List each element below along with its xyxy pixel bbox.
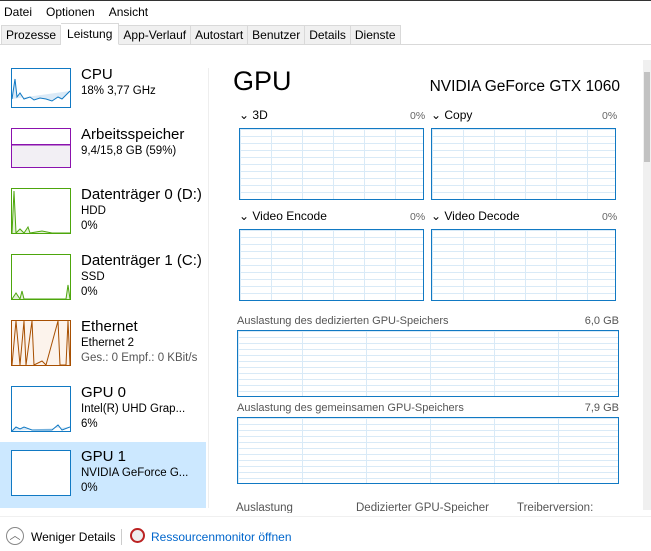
sidebar-sub: 18% 3,77 GHz (81, 85, 156, 97)
sidebar-title: Arbeitsspeicher (81, 126, 185, 143)
sidebar-sub: SSD (81, 271, 105, 283)
stat-dedicated-memory-label: Dedizierter GPU-Speicher (356, 502, 489, 513)
sidebar-sub: NVIDIA GeForce G... (81, 467, 189, 479)
sidebar-title: Ethernet (81, 318, 138, 335)
footer: ︿ Weniger Details Ressourcenmonitor öffn… (0, 516, 651, 551)
sidebar-title: CPU (81, 66, 113, 83)
shared-memory-graph (237, 417, 619, 484)
sidebar-title: GPU 0 (81, 384, 127, 401)
memory-thumbnail-graph (11, 128, 71, 168)
stat-utilization-label: Auslastung (236, 502, 293, 513)
scrollbar-thumb[interactable] (644, 72, 650, 162)
tab-prozesse[interactable]: Prozesse (1, 25, 62, 45)
disk1-thumbnail-graph (11, 254, 71, 301)
dedicated-memory-label: Auslastung des dedizierten GPU-Speichers (237, 315, 449, 327)
sidebar-item-memory[interactable]: Arbeitsspeicher 9,4/15,8 GB (59%) (0, 120, 206, 186)
shared-memory-value: 7,9 GB (584, 402, 619, 414)
chevron-down-icon: ⌄ (431, 108, 445, 122)
dedicated-memory-value: 6,0 GB (584, 315, 619, 327)
gpu1-thumbnail-graph (11, 450, 71, 496)
scrollbar[interactable] (643, 60, 651, 510)
tab-dienste[interactable]: Dienste (350, 25, 401, 45)
engine-video-encode-graph (239, 229, 424, 301)
sidebar-title: Datenträger 0 (D:) (81, 186, 202, 203)
resource-sidebar: CPU 18% 3,77 GHz Arbeitsspeicher 9,4/15,… (0, 60, 207, 510)
cpu-thumbnail-graph (11, 68, 71, 108)
sidebar-item-gpu-1[interactable]: GPU 1 NVIDIA GeForce G... 0% (0, 442, 206, 508)
tab-leistung[interactable]: Leistung (61, 23, 120, 45)
ethernet-thumbnail-graph (11, 320, 71, 366)
engine-label: Video Decode (444, 209, 520, 223)
divider (208, 68, 209, 508)
sidebar-sub: 0% (81, 482, 98, 494)
sidebar-item-disk-0[interactable]: Datenträger 0 (D:) HDD 0% (0, 180, 206, 246)
sidebar-sub: HDD (81, 205, 106, 217)
sidebar-sub: 0% (81, 286, 98, 298)
sidebar-item-cpu[interactable]: CPU 18% 3,77 GHz (0, 60, 206, 126)
engine-copy-selector[interactable]: ⌄ Copy (431, 108, 472, 122)
resource-monitor-icon (130, 528, 145, 543)
sidebar-item-disk-1[interactable]: Datenträger 1 (C:) SSD 0% (0, 246, 206, 312)
sidebar-sub: Ges.: 0 Empf.: 0 KBit/s (81, 352, 198, 364)
dedicated-memory-graph (237, 330, 619, 397)
divider (121, 529, 122, 545)
engine-copy-graph (431, 128, 616, 200)
engine-value: 0% (410, 110, 426, 122)
stat-driver-version-label: Treiberversion: (517, 502, 594, 513)
sidebar-title: Datenträger 1 (C:) (81, 252, 202, 269)
resource-monitor-link[interactable]: Ressourcenmonitor öffnen (151, 530, 292, 544)
tab-autostart[interactable]: Autostart (191, 25, 249, 45)
tab-bar: Prozesse Leistung App-Verlauf Autostart … (0, 23, 651, 45)
engine-label: Copy (444, 108, 473, 122)
chevron-up-icon[interactable]: ︿ (6, 527, 24, 545)
fewer-details-button[interactable]: Weniger Details (31, 530, 115, 544)
engine-3d-selector[interactable]: ⌄ 3D (239, 108, 268, 122)
menu-ansicht[interactable]: Ansicht (109, 5, 148, 19)
tab-app-verlauf[interactable]: App-Verlauf (119, 25, 192, 45)
chevron-down-icon: ⌄ (239, 108, 253, 122)
gpu0-thumbnail-graph (11, 386, 71, 432)
sidebar-sub: 6% (81, 418, 98, 430)
engine-value: 0% (602, 110, 618, 122)
engine-label: 3D (252, 108, 268, 122)
engine-3d-graph (239, 128, 424, 200)
disk0-thumbnail-graph (11, 188, 71, 235)
sidebar-sub: 9,4/15,8 GB (59%) (81, 145, 177, 157)
sidebar-item-ethernet[interactable]: Ethernet Ethernet 2 Ges.: 0 Empf.: 0 KBi… (0, 312, 206, 378)
engine-video-decode-selector[interactable]: ⌄ Video Decode (431, 209, 520, 223)
tab-benutzer[interactable]: Benutzer (248, 25, 306, 45)
sidebar-title: GPU 1 (81, 448, 127, 465)
menu-datei[interactable]: Datei (4, 5, 32, 19)
tab-details[interactable]: Details (305, 25, 351, 45)
chevron-down-icon: ⌄ (431, 209, 445, 223)
menu-optionen[interactable]: Optionen (46, 5, 95, 19)
engine-value: 0% (410, 211, 426, 223)
chevron-down-icon: ⌄ (239, 209, 253, 223)
engine-value: 0% (602, 211, 618, 223)
sidebar-item-gpu-0[interactable]: GPU 0 Intel(R) UHD Grap... 6% (0, 378, 206, 444)
engine-label: Video Encode (252, 209, 327, 223)
gpu-model: NVIDIA GeForce GTX 1060 (429, 78, 620, 95)
sidebar-sub: Intel(R) UHD Grap... (81, 403, 186, 415)
menu-bar: Datei Optionen Ansicht (0, 0, 651, 22)
page-title: GPU (233, 66, 292, 96)
sidebar-sub: 0% (81, 220, 98, 232)
engine-video-decode-graph (431, 229, 616, 301)
engine-video-encode-selector[interactable]: ⌄ Video Encode (239, 209, 327, 223)
sidebar-sub: Ethernet 2 (81, 337, 135, 349)
shared-memory-label: Auslastung des gemeinsamen GPU-Speichers (237, 402, 464, 414)
